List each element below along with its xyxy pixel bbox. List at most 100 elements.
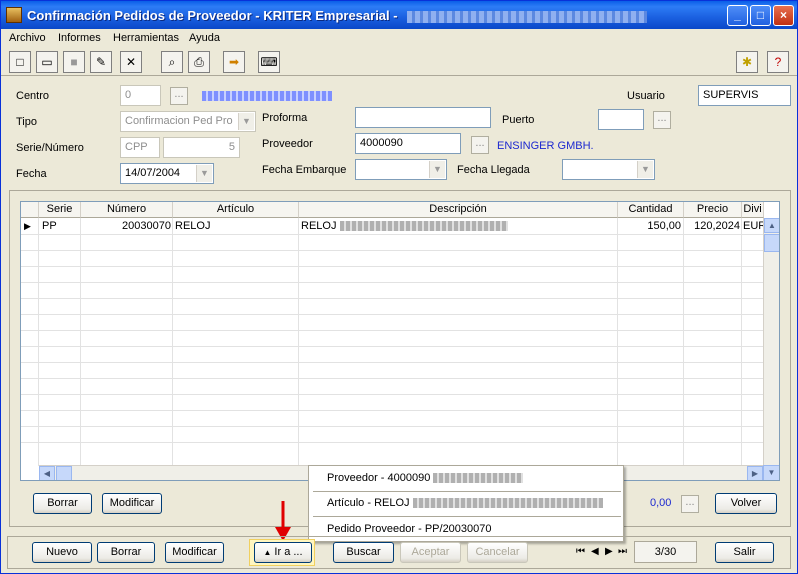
first-record-icon[interactable]: ⏮ <box>576 546 585 557</box>
cancelar-button[interactable]: Cancelar <box>467 542 528 563</box>
goto-articulo-label: Artículo - RELOJ <box>327 497 410 509</box>
serie-field[interactable]: CPP <box>120 137 160 158</box>
borrar-button[interactable]: Borrar <box>97 542 155 563</box>
tipo-value: Confirmacion Ped Pro <box>125 115 233 127</box>
fecha-embarque-combo[interactable]: ▼ <box>355 159 447 180</box>
menu-bar: Archivo Informes Herramientas Ayuda <box>1 30 797 48</box>
title-bar[interactable]: Confirmación Pedidos de Proveedor - KRIT… <box>1 1 797 29</box>
previous-record-icon[interactable]: ◀ <box>591 546 599 557</box>
scroll-left-icon[interactable]: ◀ <box>39 466 55 480</box>
row-selector-header <box>21 202 39 218</box>
new-document-icon[interactable]: □ <box>9 51 31 73</box>
menu-archivo[interactable]: Archivo <box>9 32 46 44</box>
serie-numero-label: Serie/Número <box>16 142 84 154</box>
menu-informes[interactable]: Informes <box>58 32 101 44</box>
close-button[interactable]: × <box>773 5 794 26</box>
chevron-down-icon[interactable]: ▼ <box>238 113 254 130</box>
scroll-thumb[interactable] <box>764 234 779 252</box>
row-pointer-icon: ▶ <box>24 221 31 231</box>
keyboard-icon[interactable]: ⌨ <box>258 51 280 73</box>
scroll-down-icon[interactable]: ▼ <box>763 465 779 480</box>
arrow-right-icon[interactable]: ➡ <box>223 51 245 73</box>
lightbulb-icon[interactable]: ✱ <box>736 51 758 73</box>
caret-up-icon: ▲ <box>263 548 272 557</box>
app-window: Confirmación Pedidos de Proveedor - KRIT… <box>0 0 798 574</box>
column-header-articulo[interactable]: Artículo <box>173 202 299 218</box>
column-header-descripcion[interactable]: Descripción <box>299 202 618 218</box>
cell-articulo[interactable]: RELOJ <box>175 219 210 234</box>
aceptar-button[interactable]: Aceptar <box>400 542 461 563</box>
fecha-label: Fecha <box>16 168 47 180</box>
usuario-label: Usuario <box>627 90 665 102</box>
menu-ayuda[interactable]: Ayuda <box>189 32 220 44</box>
cell-descripcion[interactable]: RELOJ <box>301 219 611 234</box>
centro-field[interactable]: 0 <box>120 85 161 106</box>
puerto-lookup-button[interactable]: ... <box>653 111 671 129</box>
ira-button[interactable]: ▲ Ir a ... <box>254 542 312 563</box>
maximize-button[interactable]: □ <box>750 5 771 26</box>
record-navigator: ⏮ ◀ ▶ ⏭ <box>574 544 632 562</box>
hscroll-thumb[interactable] <box>56 466 72 480</box>
fecha-embarque-label: Fecha Embarque <box>262 164 347 176</box>
goto-proveedor-item[interactable]: Proveedor - 4000090 <box>327 472 524 484</box>
cell-cantidad[interactable]: 150,00 <box>618 219 681 234</box>
fecha-value: 14/07/2004 <box>125 167 181 179</box>
scroll-up-icon[interactable]: ▲ <box>764 218 779 233</box>
buscar-button[interactable]: Buscar <box>333 542 394 563</box>
nuevo-button[interactable]: Nuevo <box>32 542 92 563</box>
puerto-field[interactable] <box>598 109 644 130</box>
cell-serie[interactable]: PP <box>42 219 57 234</box>
panel-total: 0,00 <box>650 497 672 509</box>
chevron-down-icon[interactable]: ▼ <box>637 161 653 178</box>
save-icon[interactable]: ■ <box>63 51 85 73</box>
fecha-combo[interactable]: 14/07/2004 ▼ <box>120 163 214 184</box>
printer-icon[interactable]: ⎙ <box>188 51 210 73</box>
chevron-down-icon[interactable]: ▼ <box>196 165 212 182</box>
proveedor-lookup-button[interactable]: ... <box>471 136 489 154</box>
last-record-icon[interactable]: ⏭ <box>618 546 627 557</box>
chevron-down-icon[interactable]: ▼ <box>429 161 445 178</box>
salir-button[interactable]: Salir <box>715 542 774 563</box>
tipo-combo[interactable]: Confirmacion Ped Pro ▼ <box>120 111 256 132</box>
proveedor-field[interactable]: 4000090 <box>355 133 461 154</box>
redacted-text <box>433 473 524 484</box>
usuario-field[interactable]: SUPERVIS <box>698 85 791 106</box>
delete-icon[interactable]: ✕ <box>120 51 142 73</box>
column-header-precio[interactable]: Precio <box>684 202 742 218</box>
cell-numero[interactable]: 20030070 <box>81 219 171 234</box>
cell-precio[interactable]: 120,2024 <box>684 219 740 234</box>
goto-pedido-item[interactable]: Pedido Proveedor - PP/20030070 <box>327 523 492 535</box>
column-header-cantidad[interactable]: Cantidad <box>618 202 684 218</box>
column-header-numero[interactable]: Número <box>81 202 173 218</box>
vertical-scrollbar[interactable]: ▲ <box>763 218 779 465</box>
menu-herramientas[interactable]: Herramientas <box>113 32 179 44</box>
modificar-button[interactable]: Modificar <box>165 542 224 563</box>
edit-icon[interactable]: ✎ <box>90 51 112 73</box>
help-icon[interactable]: ? <box>767 51 789 73</box>
fecha-llegada-combo[interactable]: ▼ <box>562 159 655 180</box>
goto-proveedor-label: Proveedor - 4000090 <box>327 472 431 484</box>
app-icon <box>6 7 22 23</box>
centro-lookup-button[interactable]: ... <box>170 87 188 105</box>
scroll-right-icon[interactable]: ▶ <box>747 466 763 480</box>
volver-button[interactable]: Volver <box>715 493 777 514</box>
column-header-divisa[interactable]: Divi <box>742 202 764 218</box>
panel-modificar-button[interactable]: Modificar <box>102 493 162 514</box>
redacted-text <box>412 498 603 509</box>
ira-label: Ir a ... <box>274 546 303 558</box>
centro-label: Centro <box>16 90 50 102</box>
goto-articulo-item[interactable]: Artículo - RELOJ <box>327 497 603 509</box>
redacted-company <box>407 10 648 23</box>
numero-field[interactable]: 5 <box>163 137 240 158</box>
panel-lookup-button[interactable]: ... <box>681 495 699 513</box>
lines-grid: Serie Número Artículo Descripción Cantid… <box>20 201 780 481</box>
print-preview-icon[interactable]: ⌕ <box>161 51 183 73</box>
proveedor-name-link[interactable]: ENSINGER GMBH. <box>497 140 594 152</box>
panel-borrar-button[interactable]: Borrar <box>33 493 92 514</box>
column-header-serie[interactable]: Serie <box>39 202 81 218</box>
minimize-button[interactable]: _ <box>727 5 748 26</box>
proforma-field[interactable] <box>355 107 491 128</box>
next-record-icon[interactable]: ▶ <box>605 546 613 557</box>
descripcion-text: RELOJ <box>301 220 337 232</box>
open-folder-icon[interactable]: ▭ <box>36 51 58 73</box>
